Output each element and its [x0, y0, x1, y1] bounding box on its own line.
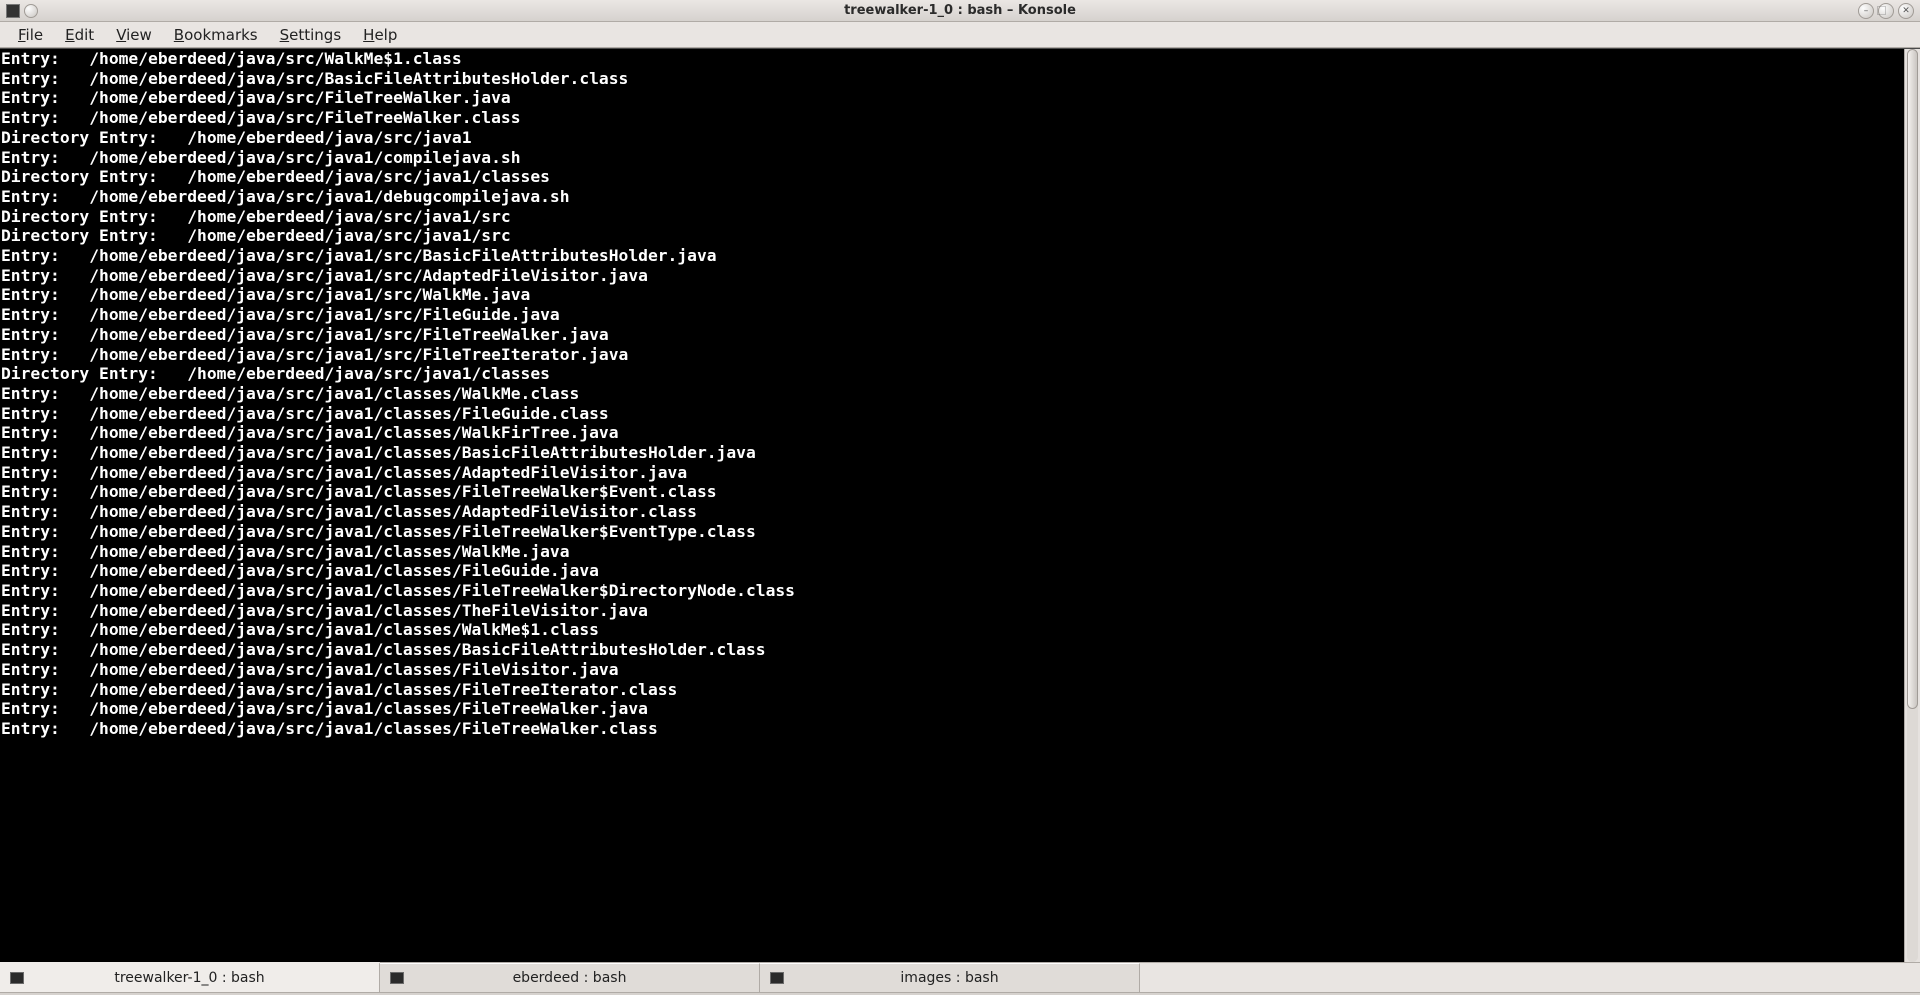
tab-label: images : bash: [900, 970, 998, 986]
menu-settings[interactable]: Settings: [270, 24, 352, 46]
window-title: treewalker-1_0 : bash – Konsole: [0, 3, 1920, 18]
pin-icon[interactable]: [24, 4, 38, 18]
terminal-icon: [390, 972, 404, 984]
menu-bookmarks[interactable]: Bookmarks: [164, 24, 268, 46]
menu-file[interactable]: File: [8, 24, 53, 46]
tab-eberdeed-bash[interactable]: eberdeed : bash: [380, 963, 760, 992]
scrollbar[interactable]: [1904, 49, 1920, 962]
menu-view[interactable]: View: [106, 24, 162, 46]
menu-edit[interactable]: Edit: [55, 24, 104, 46]
scrollbar-thumb[interactable]: [1907, 49, 1918, 709]
terminal-icon: [10, 972, 24, 984]
tab-treewalker-1-0-bash[interactable]: treewalker-1_0 : bash: [0, 962, 380, 992]
tab-images-bash[interactable]: images : bash: [760, 963, 1140, 992]
tab-label: treewalker-1_0 : bash: [114, 970, 264, 986]
window-controls: – ⃞ ✕: [1858, 3, 1914, 19]
terminal-icon: [770, 972, 784, 984]
maximize-button[interactable]: ⃞: [1878, 3, 1894, 19]
titlebar: treewalker-1_0 : bash – Konsole – ⃞ ✕: [0, 0, 1920, 22]
close-button[interactable]: ✕: [1898, 3, 1914, 19]
terminal-output[interactable]: Entry: /home/eberdeed/java/src/WalkMe$1.…: [0, 49, 1904, 962]
terminal-area: Entry: /home/eberdeed/java/src/WalkMe$1.…: [0, 48, 1920, 962]
tab-label: eberdeed : bash: [513, 970, 627, 986]
titlebar-left-icons: [6, 4, 38, 18]
app-icon: [6, 4, 20, 18]
tabbar: treewalker-1_0 : bash eberdeed : bash imag…: [0, 962, 1920, 992]
minimize-button[interactable]: –: [1858, 3, 1874, 19]
menu-help[interactable]: Help: [353, 24, 407, 46]
menubar: FileEditViewBookmarksSettingsHelp: [0, 22, 1920, 48]
